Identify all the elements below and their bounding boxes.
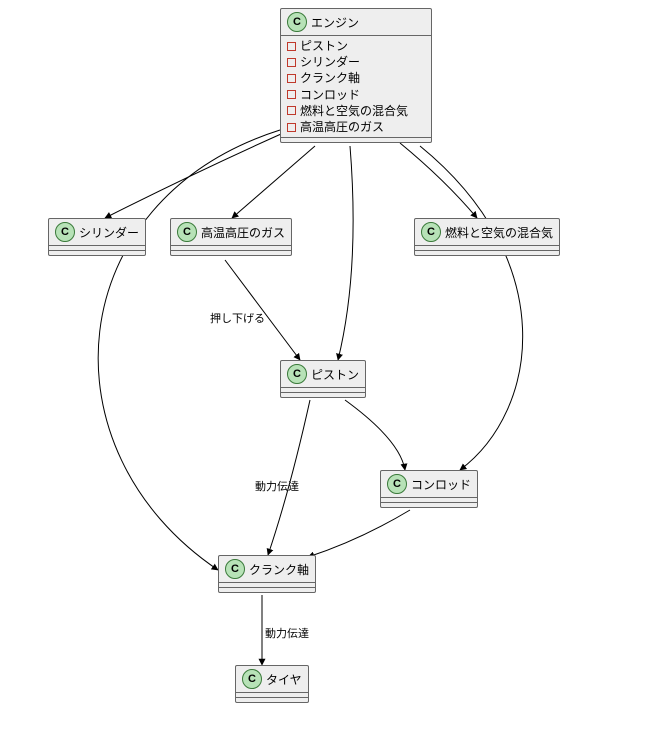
class-node-engine: C エンジン ピストン シリンダー クランク軸 コンロッド 燃料と空気の混合気 … <box>280 8 432 143</box>
square-icon <box>287 123 296 132</box>
attr-row: ピストン <box>287 38 425 54</box>
attr-row: クランク軸 <box>287 70 425 86</box>
class-node-piston: C ピストン <box>280 360 366 398</box>
node-methods <box>381 502 477 507</box>
node-header: C ピストン <box>281 361 365 387</box>
attr-label: ピストン <box>300 38 348 54</box>
class-node-crank: C クランク軸 <box>218 555 316 593</box>
edge-label-power-transmit-2: 動力伝達 <box>265 625 309 641</box>
edge-label-push-down: 押し下げる <box>210 310 265 326</box>
node-methods <box>281 137 431 142</box>
class-node-tire: C タイヤ <box>235 665 309 703</box>
node-methods <box>171 250 291 255</box>
class-node-hotgas: C 高温高圧のガス <box>170 218 292 256</box>
attr-row: 燃料と空気の混合気 <box>287 103 425 119</box>
node-methods <box>219 587 315 592</box>
node-title: 高温高圧のガス <box>201 224 285 241</box>
node-header: C クランク軸 <box>219 556 315 582</box>
class-badge-icon: C <box>387 474 407 494</box>
square-icon <box>287 74 296 83</box>
class-node-mixture: C 燃料と空気の混合気 <box>414 218 560 256</box>
class-badge-icon: C <box>421 222 441 242</box>
attr-label: 燃料と空気の混合気 <box>300 103 408 119</box>
square-icon <box>287 58 296 67</box>
node-title: エンジン <box>311 14 359 31</box>
class-badge-icon: C <box>242 669 262 689</box>
node-title: ピストン <box>311 366 359 383</box>
edge-label-power-transmit-1: 動力伝達 <box>255 478 299 494</box>
class-node-cylinder: C シリンダー <box>48 218 146 256</box>
class-node-conrod: C コンロッド <box>380 470 478 508</box>
node-title: 燃料と空気の混合気 <box>445 224 553 241</box>
node-title: シリンダー <box>79 224 139 241</box>
class-badge-icon: C <box>287 364 307 384</box>
class-badge-icon: C <box>287 12 307 32</box>
square-icon <box>287 90 296 99</box>
node-header: C コンロッド <box>381 471 477 497</box>
attr-row: コンロッド <box>287 87 425 103</box>
node-methods <box>415 250 559 255</box>
node-header: C 高温高圧のガス <box>171 219 291 245</box>
node-header: C タイヤ <box>236 666 308 692</box>
attr-label: シリンダー <box>300 54 360 70</box>
class-badge-icon: C <box>225 559 245 579</box>
node-title: クランク軸 <box>249 561 309 578</box>
attr-label: 高温高圧のガス <box>300 119 384 135</box>
node-methods <box>236 697 308 702</box>
attr-label: コンロッド <box>300 87 360 103</box>
square-icon <box>287 106 296 115</box>
class-badge-icon: C <box>55 222 75 242</box>
attr-row: シリンダー <box>287 54 425 70</box>
node-header: C シリンダー <box>49 219 145 245</box>
node-title: タイヤ <box>266 671 302 688</box>
square-icon <box>287 42 296 51</box>
attr-row: 高温高圧のガス <box>287 119 425 135</box>
node-methods <box>49 250 145 255</box>
node-methods <box>281 392 365 397</box>
class-badge-icon: C <box>177 222 197 242</box>
node-header: C 燃料と空気の混合気 <box>415 219 559 245</box>
node-header: C エンジン <box>281 9 431 35</box>
node-attributes: ピストン シリンダー クランク軸 コンロッド 燃料と空気の混合気 高温高圧のガス <box>281 35 431 137</box>
node-title: コンロッド <box>411 476 471 493</box>
attr-label: クランク軸 <box>300 70 360 86</box>
